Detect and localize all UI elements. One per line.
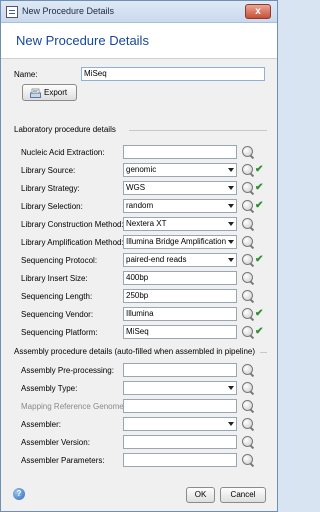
library-selection-value: random bbox=[126, 201, 154, 210]
sequencing-length-label: Sequencing Length: bbox=[21, 292, 93, 301]
search-icon[interactable] bbox=[242, 418, 253, 429]
sequencing-protocol-label: Sequencing Protocol: bbox=[21, 256, 98, 265]
chevron-down-icon bbox=[228, 386, 234, 390]
chevron-down-icon bbox=[228, 168, 234, 172]
assembler-label: Assembler: bbox=[21, 420, 62, 429]
library-amplification-method-select[interactable]: Illumina Bridge Amplification bbox=[123, 235, 237, 249]
library-source-label: Library Source: bbox=[21, 166, 76, 175]
export-button[interactable]: Export bbox=[22, 84, 77, 101]
chevron-down-icon bbox=[228, 422, 234, 426]
nucleic-acid-extraction-field[interactable] bbox=[123, 145, 237, 159]
assembly-type-select[interactable] bbox=[123, 381, 237, 395]
cancel-button[interactable]: Cancel bbox=[220, 487, 266, 503]
ok-button[interactable]: OK bbox=[186, 487, 215, 503]
lab-section-divider bbox=[129, 130, 267, 131]
search-icon[interactable] bbox=[242, 308, 253, 319]
sequencing-vendor-label: Sequencing Vendor: bbox=[21, 310, 94, 319]
search-icon[interactable] bbox=[242, 182, 253, 193]
mapping-reference-genome-label: Mapping Reference Genome: bbox=[21, 402, 126, 411]
library-construction-method-value: Nextera XT bbox=[126, 219, 167, 228]
sequencing-protocol-select[interactable]: paired-end reads bbox=[123, 253, 237, 267]
search-icon[interactable] bbox=[242, 364, 253, 375]
assembly-preprocessing-label: Assembly Pre-processing: bbox=[21, 366, 114, 375]
search-icon[interactable] bbox=[242, 236, 253, 247]
title-bar[interactable]: New Procedure Details x bbox=[1, 1, 277, 23]
window-title: New Procedure Details bbox=[22, 6, 115, 16]
library-source-value: genomic bbox=[126, 165, 157, 174]
page-title: New Procedure Details bbox=[16, 33, 149, 48]
assembly-type-label: Assembly Type: bbox=[21, 384, 78, 393]
search-icon[interactable] bbox=[242, 326, 253, 337]
verified-check-icon: ✔ bbox=[255, 254, 264, 265]
library-strategy-value: WGS bbox=[126, 183, 146, 192]
chevron-down-icon bbox=[228, 186, 234, 190]
nucleic-acid-extraction-label: Nucleic Acid Extraction: bbox=[21, 148, 105, 157]
library-construction-method-label: Library Construction Method: bbox=[21, 220, 124, 229]
help-icon[interactable]: ? bbox=[13, 488, 25, 500]
lab-section-title: Laboratory procedure details bbox=[14, 125, 116, 134]
sequencing-length-field[interactable]: 250bp bbox=[123, 289, 237, 303]
verified-check-icon: ✔ bbox=[255, 164, 264, 175]
search-icon[interactable] bbox=[242, 146, 253, 157]
library-construction-method-select[interactable]: Nextera XT bbox=[123, 217, 237, 231]
verified-check-icon: ✔ bbox=[255, 200, 264, 211]
mapping-reference-genome-field[interactable] bbox=[123, 399, 237, 413]
assembler-select[interactable] bbox=[123, 417, 237, 431]
assembler-version-field[interactable] bbox=[123, 435, 237, 449]
library-selection-label: Library Selection: bbox=[21, 202, 83, 211]
search-icon[interactable] bbox=[242, 382, 253, 393]
search-icon[interactable] bbox=[242, 454, 253, 465]
library-strategy-label: Library Strategy: bbox=[21, 184, 80, 193]
name-label: Name: bbox=[14, 70, 38, 79]
assembler-parameters-label: Assembler Parameters: bbox=[21, 456, 105, 465]
library-amplification-method-value: Illumina Bridge Amplification bbox=[126, 237, 227, 246]
close-button[interactable]: x bbox=[245, 4, 271, 19]
library-amplification-method-label: Library Amplification Method: bbox=[21, 238, 124, 247]
search-icon[interactable] bbox=[242, 436, 253, 447]
sequencing-platform-field[interactable]: MiSeq bbox=[123, 325, 237, 339]
sequencing-protocol-value: paired-end reads bbox=[126, 255, 187, 264]
chevron-down-icon bbox=[228, 240, 234, 244]
search-icon[interactable] bbox=[242, 200, 253, 211]
search-icon[interactable] bbox=[242, 218, 253, 229]
search-icon[interactable] bbox=[242, 400, 253, 411]
assembler-parameters-field[interactable] bbox=[123, 453, 237, 467]
app-icon bbox=[6, 6, 18, 18]
dialog-window: New Procedure Details x New Procedure De… bbox=[0, 0, 278, 512]
export-button-label: Export bbox=[44, 88, 68, 97]
verified-check-icon: ✔ bbox=[255, 326, 264, 337]
sequencing-vendor-field[interactable]: Illumina bbox=[123, 307, 237, 321]
chevron-down-icon bbox=[228, 204, 234, 208]
library-strategy-select[interactable]: WGS bbox=[123, 181, 237, 195]
verified-check-icon: ✔ bbox=[255, 182, 264, 193]
sequencing-platform-label: Sequencing Platform: bbox=[21, 328, 98, 337]
search-icon[interactable] bbox=[242, 272, 253, 283]
verified-check-icon: ✔ bbox=[255, 308, 264, 319]
header-band: New Procedure Details bbox=[1, 23, 277, 59]
assembly-preprocessing-field[interactable] bbox=[123, 363, 237, 377]
library-selection-select[interactable]: random bbox=[123, 199, 237, 213]
chevron-down-icon bbox=[228, 222, 234, 226]
library-insert-size-label: Library Insert Size: bbox=[21, 274, 88, 283]
assembly-section-divider bbox=[260, 352, 267, 353]
export-icon bbox=[30, 88, 41, 98]
library-insert-size-field[interactable]: 400bp bbox=[123, 271, 237, 285]
search-icon[interactable] bbox=[242, 290, 253, 301]
chevron-down-icon bbox=[228, 258, 234, 262]
search-icon[interactable] bbox=[242, 254, 253, 265]
library-source-select[interactable]: genomic bbox=[123, 163, 237, 177]
assembler-version-label: Assembler Version: bbox=[21, 438, 90, 447]
name-field[interactable]: MiSeq bbox=[81, 67, 265, 81]
search-icon[interactable] bbox=[242, 164, 253, 175]
assembly-section-title: Assembly procedure details (auto-filled … bbox=[14, 347, 256, 356]
